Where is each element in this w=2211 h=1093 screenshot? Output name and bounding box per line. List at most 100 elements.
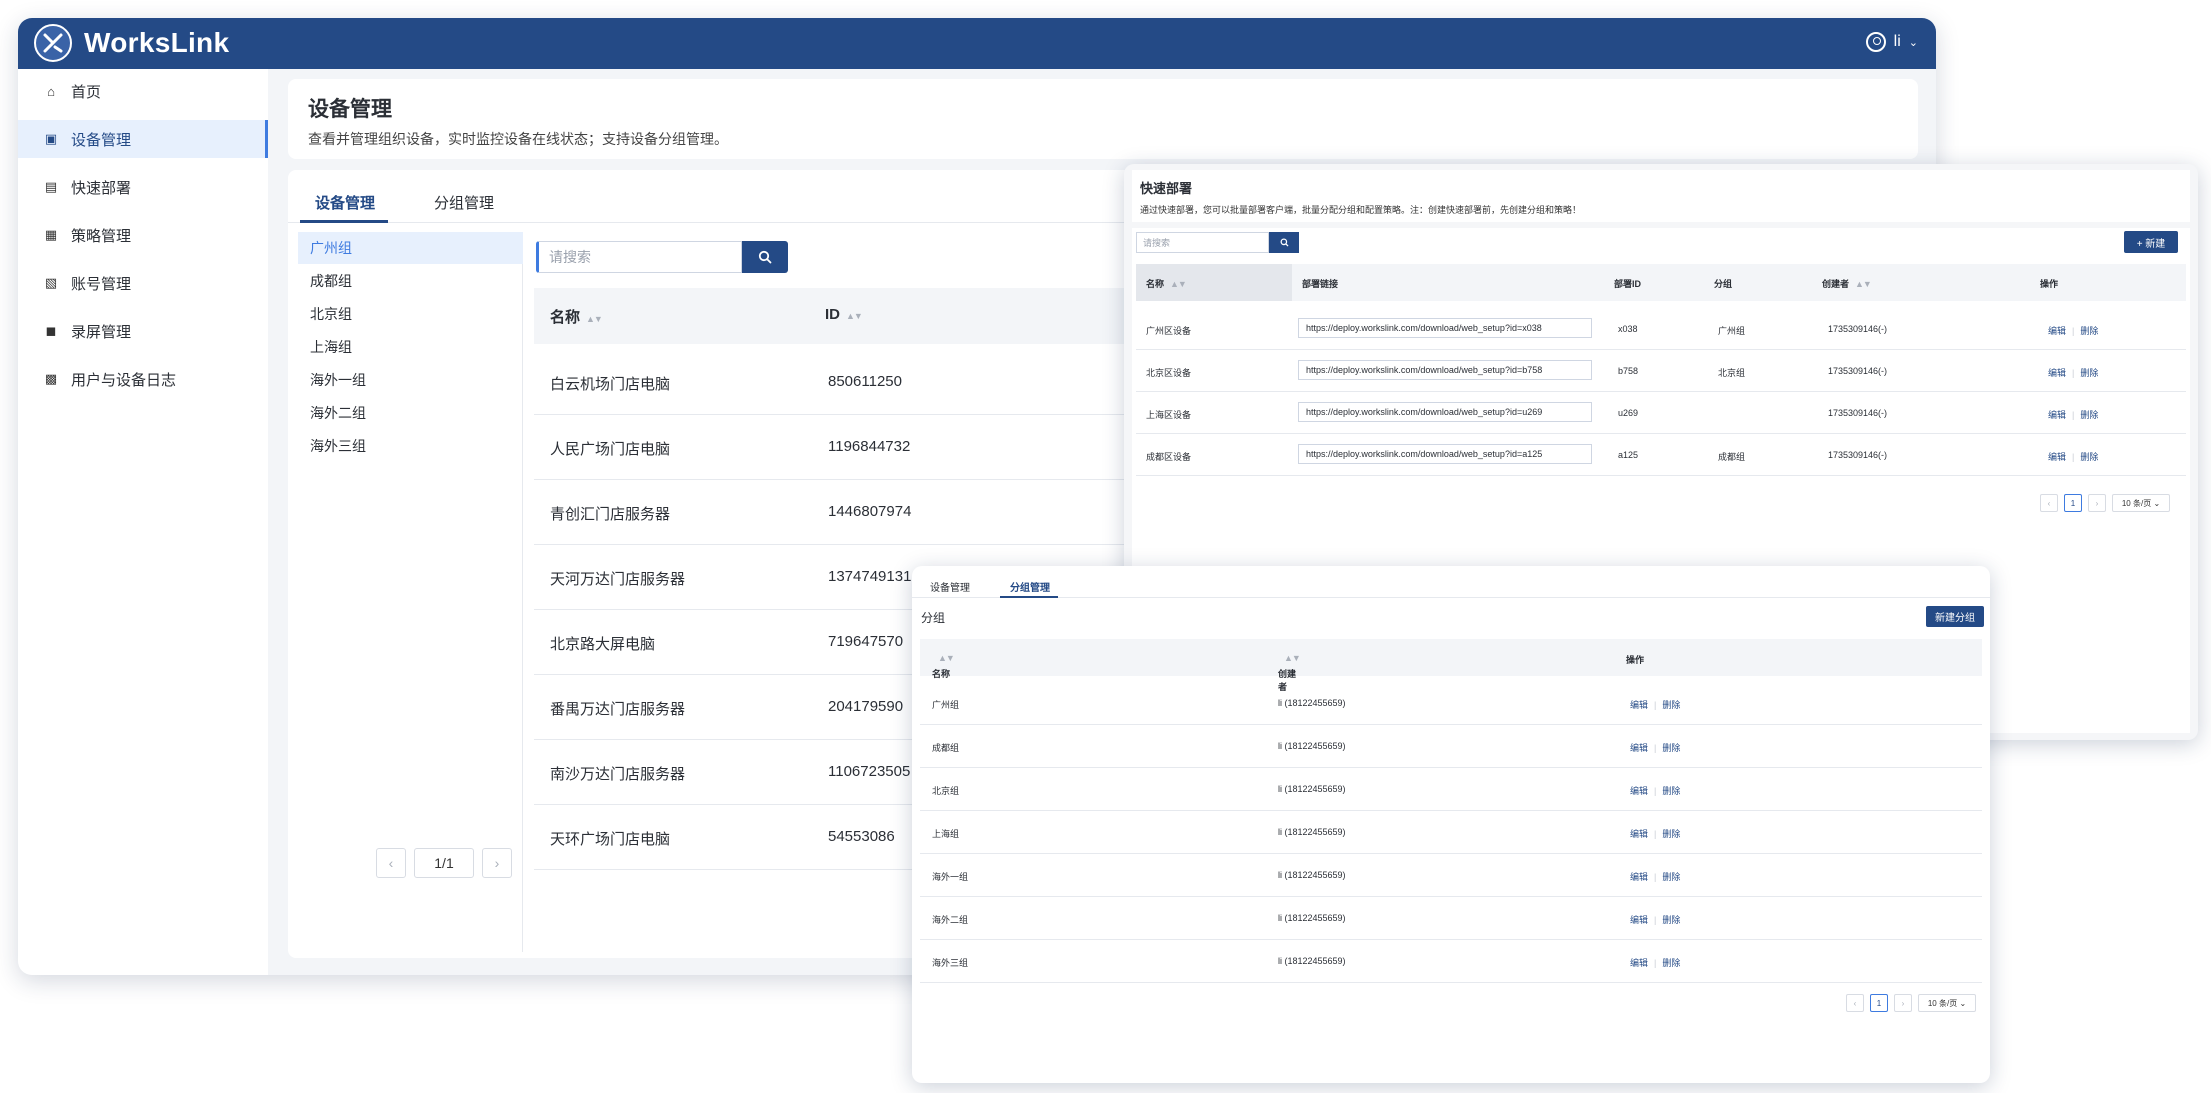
sidebar-item-policy[interactable]: ▦ 策略管理: [18, 216, 268, 254]
device-id: 1106723505: [828, 763, 911, 780]
delete-link[interactable]: 删除: [2080, 410, 2098, 420]
group-creator: li (18122455659): [1278, 956, 1346, 966]
page-size-select[interactable]: 10 条/页 ⌄: [2112, 494, 2170, 512]
delete-link[interactable]: 删除: [1662, 829, 1680, 839]
column-header-name[interactable]: 名称 ▲▼: [550, 306, 603, 327]
deploy-id: u269: [1618, 408, 1639, 418]
next-page-button[interactable]: ›: [1894, 994, 1912, 1012]
user-menu[interactable]: li ⌄: [1865, 32, 1918, 52]
group-item[interactable]: 海外三组: [298, 430, 523, 462]
tab-groups[interactable]: 分组管理: [1010, 579, 1050, 594]
sidebar-item-label: 账号管理: [71, 275, 132, 293]
table-row: 成都区设备 https://deploy.workslink.com/downl…: [1136, 434, 2186, 476]
page-size-select[interactable]: 10 条/页 ⌄: [1918, 994, 1976, 1012]
delete-link[interactable]: 删除: [1662, 743, 1680, 753]
device-name: 青创汇门店服务器: [550, 506, 671, 523]
page-number[interactable]: 1: [1870, 994, 1888, 1012]
logo-icon: [34, 24, 72, 62]
column-header-name[interactable]: 名称 ▲▼: [1146, 277, 1187, 290]
edit-link[interactable]: 编辑: [1630, 915, 1648, 925]
group-item[interactable]: 广州组: [298, 232, 523, 264]
deploy-table-header: 名称 ▲▼ 部署链接 部署ID 分组 创建者 ▲▼ 操作: [1136, 264, 2186, 301]
sidebar-item-accounts[interactable]: ▧ 账号管理: [18, 264, 268, 302]
tabs-divider: [912, 597, 1990, 598]
deploy-link-field[interactable]: https://deploy.workslink.com/download/we…: [1298, 402, 1592, 422]
group-management-window: 设备管理 分组管理 分组 新建分组 名称 ▲▼ 创建者 ▲▼ 操作 广州组 li (1…: [912, 566, 1990, 1083]
sidebar-item-deploy[interactable]: ▤ 快速部署: [18, 168, 268, 206]
deploy-group: 北京组: [1718, 368, 1746, 378]
deploy-id: x038: [1618, 324, 1638, 334]
group-table-header: 名称 ▲▼ 创建者 ▲▼ 操作: [920, 639, 1982, 692]
delete-link[interactable]: 删除: [2080, 368, 2098, 378]
next-page-button[interactable]: ›: [2088, 494, 2106, 512]
search-input[interactable]: 请搜索: [536, 241, 742, 273]
prev-page-button[interactable]: ‹: [2040, 494, 2058, 512]
page-description: 查看并管理组织设备，实时监控设备在线状态；支持设备分组管理。: [308, 131, 728, 147]
tab-devices[interactable]: 设备管理: [930, 579, 970, 594]
group-item[interactable]: 成都组: [298, 265, 523, 297]
new-group-button[interactable]: 新建分组: [1926, 606, 1984, 627]
edit-link[interactable]: 编辑: [1630, 786, 1648, 796]
deploy-link-field[interactable]: https://deploy.workslink.com/download/we…: [1298, 360, 1592, 380]
device-name: 白云机场门店电脑: [550, 376, 671, 393]
edit-link[interactable]: 编辑: [2048, 410, 2066, 420]
edit-link[interactable]: 编辑: [2048, 326, 2066, 336]
policy-icon: ▦: [44, 227, 58, 242]
monitor-icon: ▣: [44, 131, 58, 146]
deploy-name: 广州区设备: [1146, 326, 1192, 336]
sidebar-item-devices[interactable]: ▣ 设备管理: [18, 120, 268, 158]
sidebar-item-recording[interactable]: ◼ 录屏管理: [18, 312, 268, 350]
group-item[interactable]: 海外二组: [298, 397, 523, 429]
delete-link[interactable]: 删除: [2080, 326, 2098, 336]
group-item[interactable]: 北京组: [298, 298, 523, 330]
tab-active-indicator: [300, 220, 388, 223]
delete-link[interactable]: 删除: [1662, 872, 1680, 882]
search-icon: [758, 250, 772, 264]
edit-link[interactable]: 编辑: [1630, 829, 1648, 839]
delete-link[interactable]: 删除: [1662, 915, 1680, 925]
edit-link[interactable]: 编辑: [1630, 743, 1648, 753]
delete-link[interactable]: 删除: [2080, 452, 2098, 462]
deploy-search-button[interactable]: [1269, 232, 1299, 253]
prev-page-button[interactable]: ‹: [376, 848, 406, 878]
delete-link[interactable]: 删除: [1662, 700, 1680, 710]
search-button[interactable]: [742, 241, 788, 273]
delete-link[interactable]: 删除: [1662, 786, 1680, 796]
column-header-id[interactable]: ID ▲▼: [825, 306, 863, 323]
sidebar-item-home[interactable]: ⌂ 首页: [18, 72, 268, 110]
device-id: 1196844732: [828, 438, 911, 455]
edit-link[interactable]: 编辑: [2048, 368, 2066, 378]
tab-devices[interactable]: 设备管理: [315, 192, 375, 213]
page-number[interactable]: 1: [2064, 494, 2082, 512]
group-list: 广州组 成都组 北京组 上海组 海外一组 海外二组 海外三组: [298, 232, 523, 952]
page-header: 设备管理 查看并管理组织设备，实时监控设备在线状态；支持设备分组管理。: [288, 79, 1918, 159]
deploy-link-field[interactable]: https://deploy.workslink.com/download/we…: [1298, 444, 1592, 464]
tab-groups[interactable]: 分组管理: [434, 192, 494, 213]
group-item[interactable]: 上海组: [298, 331, 523, 363]
group-name: 北京组: [932, 786, 960, 796]
prev-page-button[interactable]: ‹: [1846, 994, 1864, 1012]
edit-link[interactable]: 编辑: [1630, 700, 1648, 710]
delete-link[interactable]: 删除: [1662, 958, 1680, 968]
account-icon: ▧: [44, 275, 58, 290]
column-header-creator[interactable]: 创建者 ▲▼: [1822, 277, 1872, 290]
edit-link[interactable]: 编辑: [2048, 452, 2066, 462]
deploy-link-field[interactable]: https://deploy.workslink.com/download/we…: [1298, 318, 1592, 338]
sort-icon: ▲▼: [1855, 279, 1872, 289]
sidebar-item-label: 策略管理: [71, 227, 132, 245]
device-name: 北京路大屏电脑: [550, 636, 656, 653]
edit-link[interactable]: 编辑: [1630, 872, 1648, 882]
group-item[interactable]: 海外一组: [298, 364, 523, 396]
chevron-down-icon: ⌄: [2153, 498, 2161, 508]
new-deploy-button[interactable]: + 新建: [2124, 231, 2178, 253]
table-row: 广州组 li (18122455659) 编辑 | 删除: [920, 682, 1982, 725]
device-id: 719647570: [828, 633, 904, 650]
user-name: li: [1893, 33, 1901, 50]
column-header-creator[interactable]: 创建者 ▲▼: [1278, 653, 1301, 692]
column-header-name[interactable]: 名称 ▲▼: [932, 653, 955, 679]
edit-link[interactable]: 编辑: [1630, 958, 1648, 968]
deploy-search-input[interactable]: 请搜索: [1136, 232, 1269, 253]
sidebar-item-logs[interactable]: ▩ 用户与设备日志: [18, 360, 268, 398]
next-page-button[interactable]: ›: [482, 848, 512, 878]
device-name: 南沙万达门店服务器: [550, 766, 686, 783]
